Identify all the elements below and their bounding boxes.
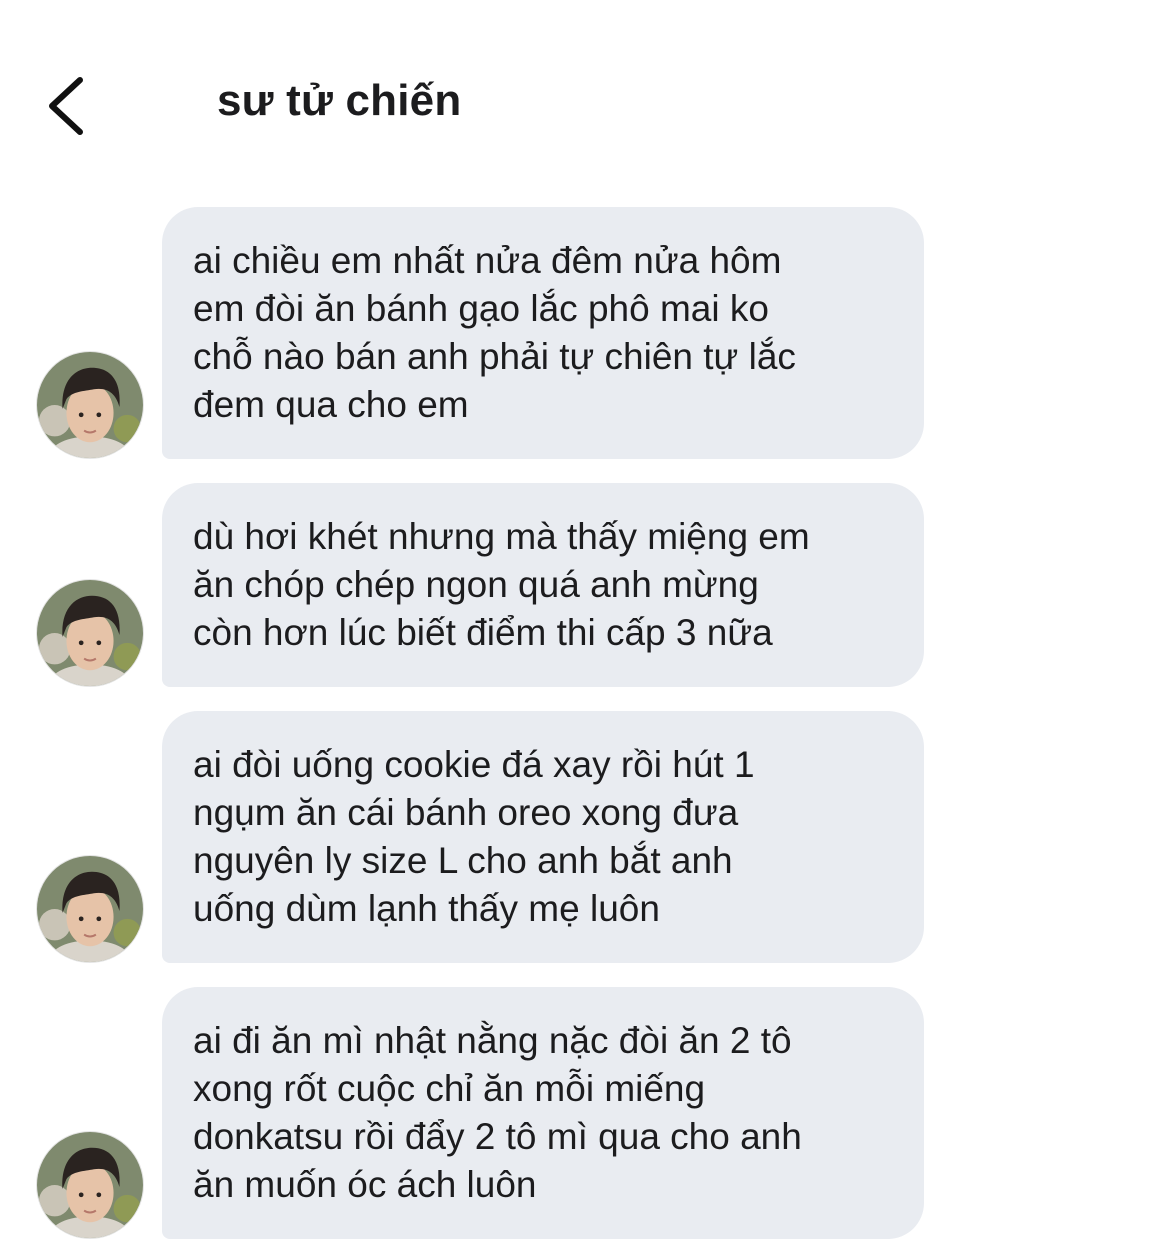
- avatar[interactable]: [36, 351, 144, 459]
- avatar[interactable]: [36, 1131, 144, 1239]
- avatar[interactable]: [36, 579, 144, 687]
- avatar[interactable]: [36, 855, 144, 963]
- avatar-photo-icon: [37, 856, 143, 962]
- message-bubble[interactable]: dù hơi khét nhưng mà thấy miệng em ăn ch…: [162, 483, 924, 687]
- avatar-photo-icon: [37, 352, 143, 458]
- message-bubble[interactable]: ai chiều em nhất nửa đêm nửa hôm em đòi …: [162, 207, 924, 459]
- message-bubble[interactable]: ai đòi uống cookie đá xay rồi hút 1 ngụm…: [162, 711, 924, 963]
- message-bubble[interactable]: ai đi ăn mì nhật nằng nặc đòi ăn 2 tô xo…: [162, 987, 924, 1239]
- avatar-photo-icon: [37, 580, 143, 686]
- message-thread: ai chiều em nhất nửa đêm nửa hôm em đòi …: [0, 0, 1169, 1255]
- avatar-photo-icon: [37, 1132, 143, 1238]
